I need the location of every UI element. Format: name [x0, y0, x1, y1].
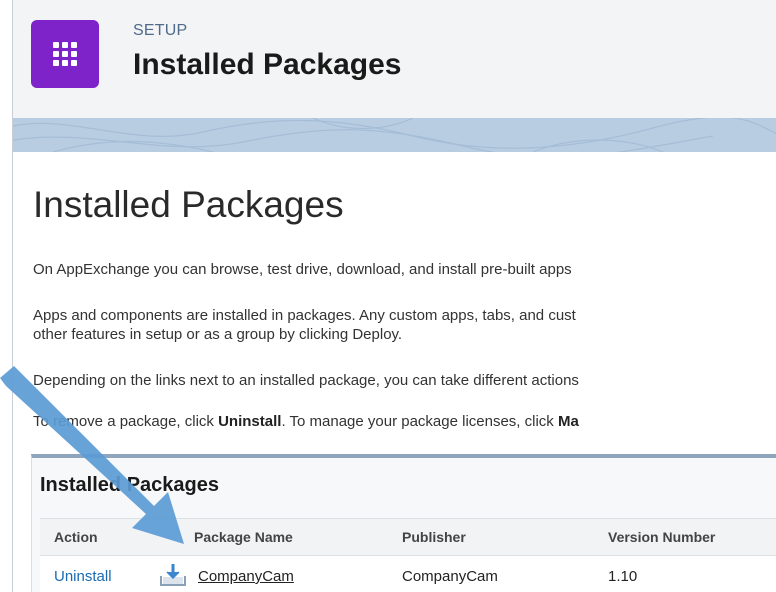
installed-packages-list: Installed Packages Action Package Name P…: [31, 454, 776, 592]
column-header-package-name[interactable]: Package Name: [194, 529, 293, 545]
decorative-banner: [12, 118, 776, 152]
header-title: Installed Packages: [133, 48, 402, 81]
version-cell: 1.10: [608, 568, 638, 585]
uninstall-link[interactable]: Uninstall: [54, 568, 112, 585]
package-name-link[interactable]: CompanyCam: [198, 568, 294, 585]
packages-paragraph: Apps and components are installed in pac…: [33, 306, 576, 344]
column-header-action: Action: [54, 529, 98, 545]
remove-paragraph: To remove a package, click Uninstall. To…: [33, 412, 579, 431]
package-download-icon: [158, 562, 188, 588]
remove-text: To remove a package, click: [33, 413, 219, 430]
page-title: Installed Packages: [33, 184, 344, 225]
list-title: Installed Packages: [40, 474, 219, 496]
publisher-cell: CompanyCam: [402, 568, 498, 585]
licenses-text: . To manage your package licenses, click: [281, 413, 558, 430]
manage-keyword: Ma: [557, 413, 579, 430]
setup-window: SETUP Installed Packages Installed Packa…: [0, 0, 776, 592]
packages-paragraph-line2: other features in setup or as a group by…: [33, 326, 403, 343]
intro-paragraph: On AppExchange you can browse, test driv…: [33, 261, 572, 278]
column-header-publisher[interactable]: Publisher: [402, 529, 466, 545]
actions-paragraph: Depending on the links next to an instal…: [33, 372, 579, 389]
main-content: Installed Packages On AppExchange you ca…: [12, 152, 776, 592]
table-header-row: Action Package Name Publisher Version Nu…: [40, 518, 776, 556]
uninstall-keyword: Uninstall: [218, 413, 282, 430]
setup-header: SETUP Installed Packages: [12, 0, 776, 118]
column-header-version[interactable]: Version Number: [608, 529, 715, 545]
app-launcher-grid-icon[interactable]: [31, 20, 99, 88]
packages-paragraph-line1: Apps and components are installed in pac…: [33, 307, 576, 324]
breadcrumb-setup: SETUP: [133, 22, 188, 39]
table-row: Uninstall CompanyCam CompanyCam 1.10: [40, 556, 776, 592]
